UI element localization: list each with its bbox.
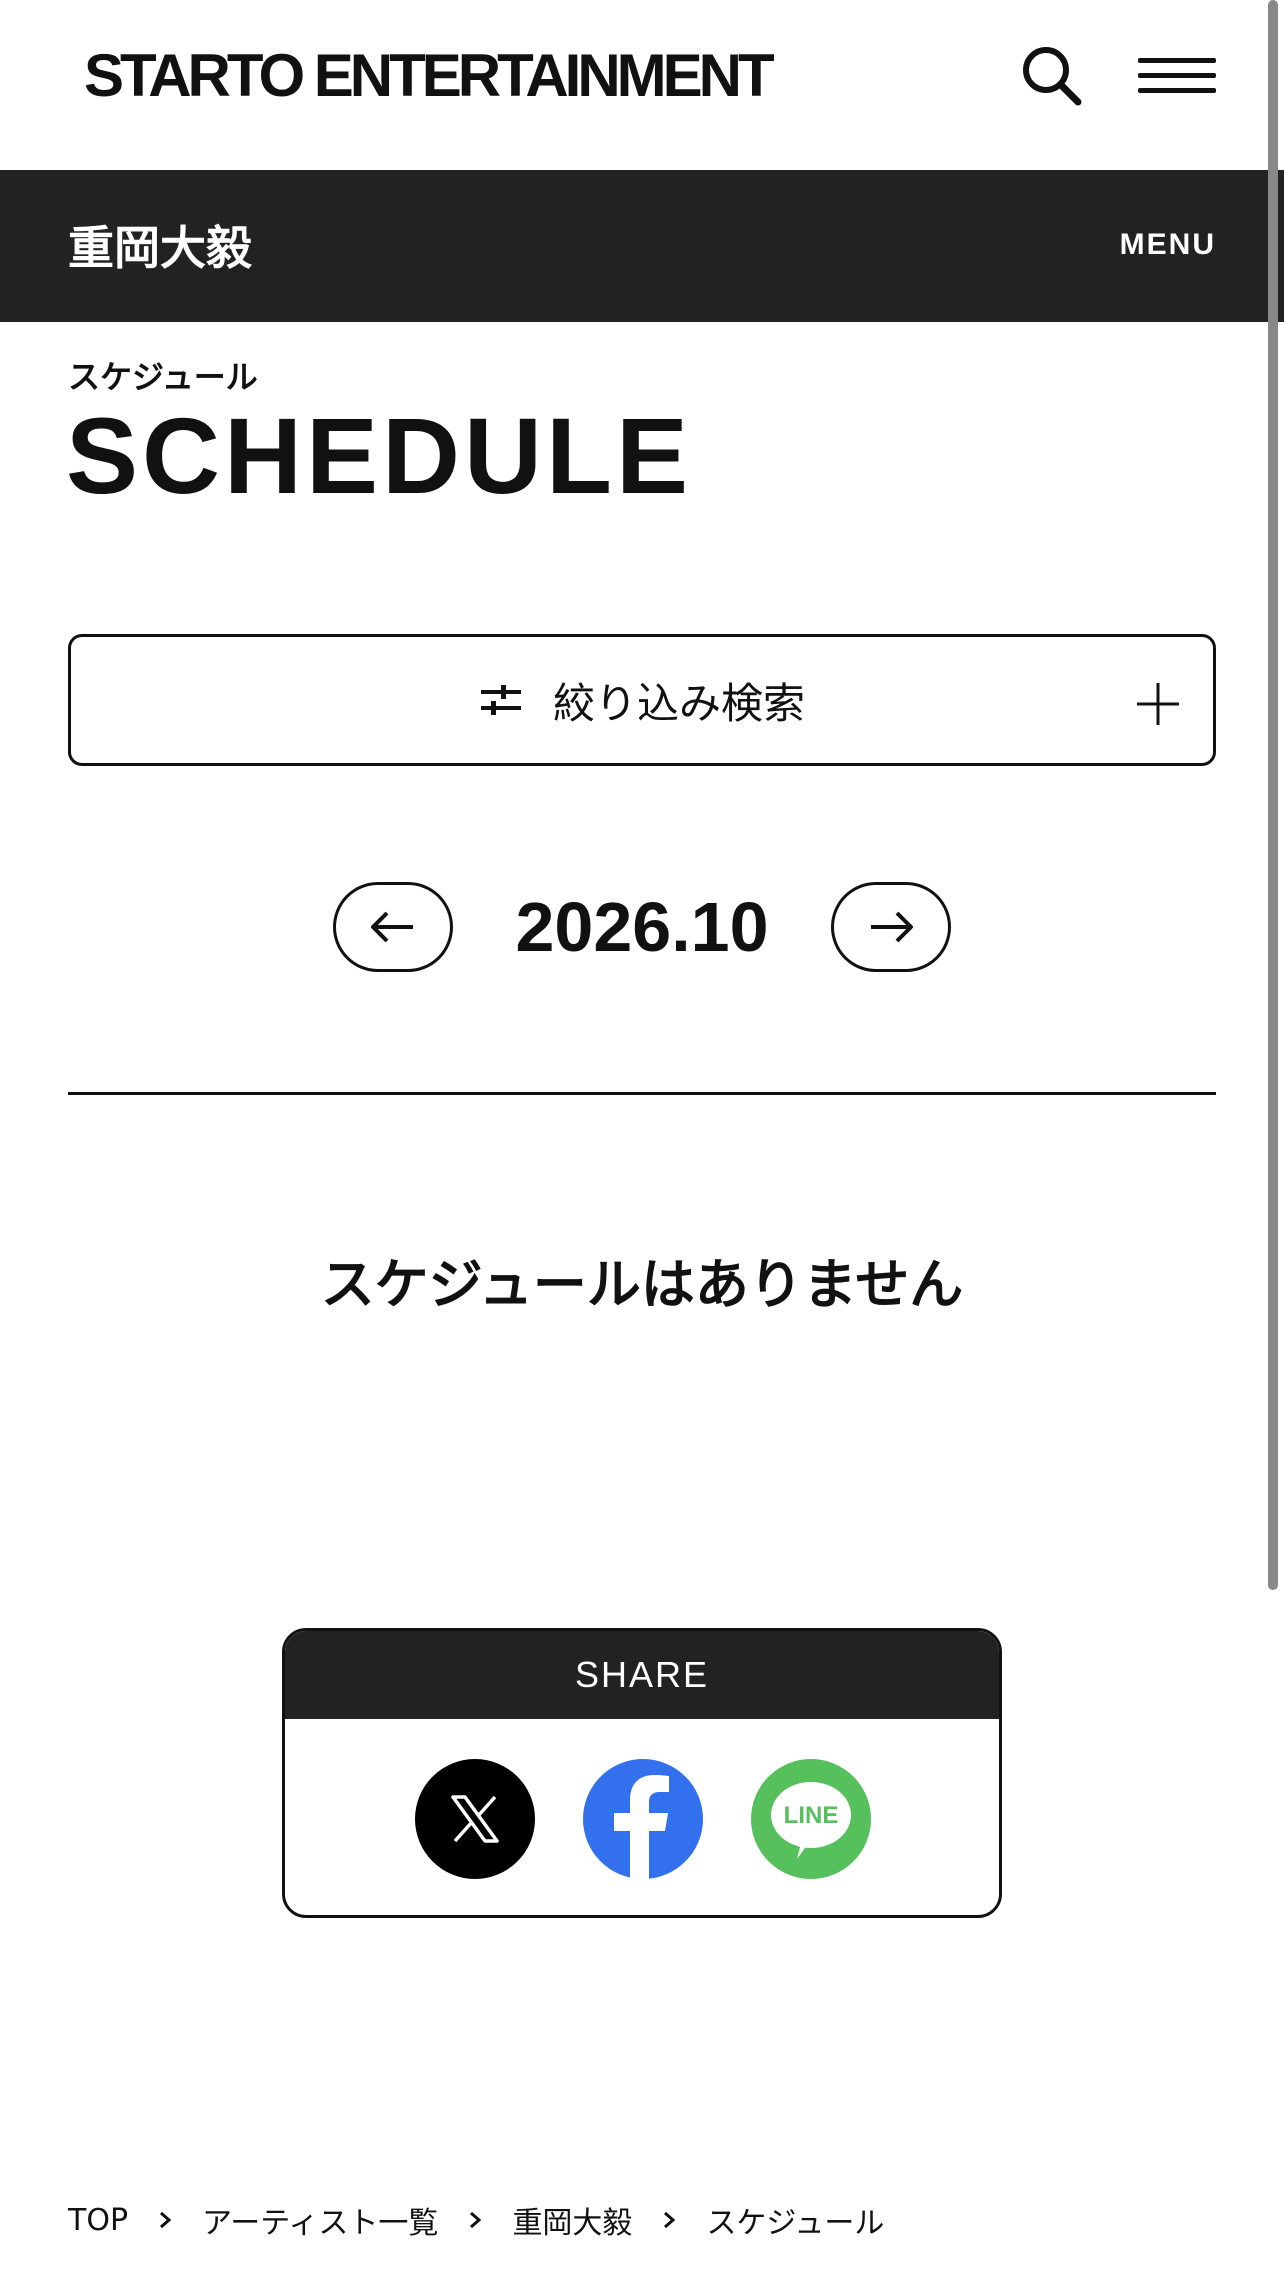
filter-search-label: 絞り込み検索 <box>552 678 805 728</box>
site-header: STARTO ENTERTAINMENT <box>0 0 1284 170</box>
x-icon <box>451 1795 499 1843</box>
breadcrumb: TOP アーティスト一覧 重岡大毅 スケジュール <box>68 2196 884 2244</box>
arrow-left-icon <box>371 911 413 943</box>
artist-bar: 重岡大毅 MENU <box>0 170 1284 322</box>
search-button[interactable] <box>1016 40 1088 112</box>
line-icon: LINE <box>771 1782 851 1859</box>
search-icon <box>1023 47 1082 106</box>
arrow-right-icon <box>871 911 913 943</box>
breadcrumb-item-top[interactable]: TOP <box>68 2203 128 2238</box>
current-month: 2026.10 <box>515 888 769 966</box>
share-x-button[interactable] <box>415 1759 535 1879</box>
line-icon-label: LINE <box>784 1802 839 1829</box>
filter-search-content: 絞り込み検索 <box>71 637 1213 763</box>
hamburger-line <box>1138 73 1216 78</box>
sliders-icon <box>480 685 521 715</box>
chevron-right-icon <box>468 2203 482 2238</box>
breadcrumb-item-schedule: スケジュール <box>706 2206 885 2241</box>
hamburger-menu-button[interactable] <box>1138 56 1218 96</box>
scrollbar[interactable] <box>1268 0 1278 1590</box>
share-facebook-button[interactable] <box>583 1759 703 1879</box>
chevron-right-icon <box>158 2203 172 2238</box>
filter-search-button[interactable]: 絞り込み検索 <box>68 634 1216 766</box>
breadcrumb-item-artists[interactable]: アーティスト一覧 <box>202 2198 438 2242</box>
divider <box>68 1092 1216 1095</box>
page: STARTO ENTERTAINMENT 重岡大毅 MENU スケジュール SC… <box>0 0 1284 2278</box>
artist-name[interactable]: 重岡大毅 <box>68 212 252 278</box>
share-line-button[interactable]: LINE <box>751 1759 871 1879</box>
artist-menu-button[interactable]: MENU <box>1120 228 1216 262</box>
breadcrumb-item-artist[interactable]: 重岡大毅 <box>512 2198 632 2242</box>
prev-month-button[interactable] <box>333 882 453 972</box>
hamburger-line <box>1138 88 1216 93</box>
section-title-jp: スケジュール <box>68 358 258 396</box>
facebook-icon <box>614 1775 669 1879</box>
plus-icon <box>1137 683 1179 725</box>
share-box: SHARE LINE <box>282 1628 1002 1918</box>
section-title-en: SCHEDULE <box>66 395 693 516</box>
chevron-right-icon <box>662 2203 676 2238</box>
next-month-button[interactable] <box>831 882 951 972</box>
hamburger-menu-icon <box>1138 58 1216 63</box>
share-heading: SHARE <box>285 1631 999 1719</box>
empty-schedule-message: スケジュールはありません <box>320 1253 964 1316</box>
site-logo[interactable]: STARTO ENTERTAINMENT <box>84 36 775 116</box>
